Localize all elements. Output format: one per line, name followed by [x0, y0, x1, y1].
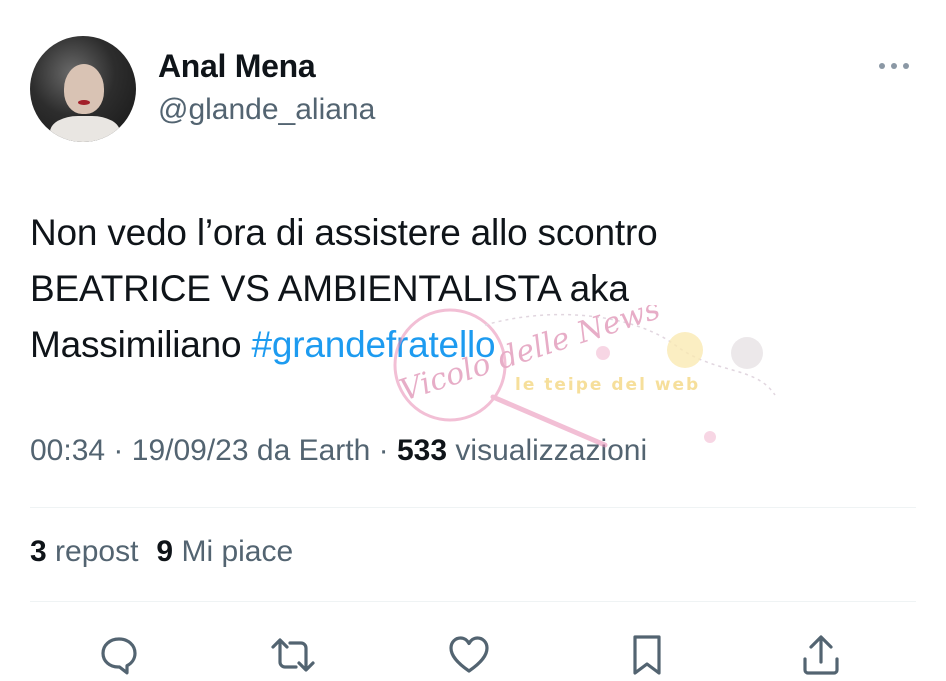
tweet-card: Anal Mena @glande_aliana Non vedo l’ora … — [0, 0, 946, 681]
reposts-label[interactable]: repost — [55, 535, 138, 568]
tweet-time[interactable]: 00:34 — [30, 434, 105, 467]
views-label: visualizzazioni — [455, 434, 648, 467]
display-name[interactable]: Anal Mena — [158, 48, 316, 85]
hashtag-link[interactable]: #grandefratello — [252, 324, 496, 365]
heart-icon — [449, 636, 489, 673]
avatar-face — [64, 64, 104, 114]
reply-button[interactable] — [96, 632, 142, 678]
views-count: 533 — [397, 434, 448, 467]
bookmark-icon — [633, 635, 661, 675]
tweet-text-line-3: Massimiliano #grandefratello — [30, 317, 910, 373]
reposts-count[interactable]: 3 — [30, 535, 47, 568]
tweet-text-line-2: BEATRICE VS AMBIENTALISTA aka — [30, 268, 629, 309]
likes-count[interactable]: 9 — [156, 535, 173, 568]
repost-button[interactable] — [270, 632, 316, 678]
meta-separator-2: · — [378, 434, 389, 467]
user-handle[interactable]: @glande_aliana — [158, 93, 375, 127]
comment-bubble-icon — [101, 637, 137, 675]
more-options-icon[interactable] — [874, 56, 914, 76]
engagement-stats: 3 repost 9 Mi piace — [30, 535, 293, 569]
avatar-lips — [78, 100, 90, 105]
avatar[interactable] — [30, 36, 136, 142]
like-button[interactable] — [446, 632, 492, 678]
share-upload-icon — [803, 635, 839, 675]
watermark-banner-text: le teipe del web — [515, 375, 700, 395]
tweet-text-line-3-prefix: Massimiliano — [30, 324, 252, 365]
tweet-text-line-1: Non vedo l’ora di assistere allo scontro — [30, 212, 658, 253]
avatar-collar — [50, 116, 120, 142]
tweet-source: da Earth — [256, 434, 371, 467]
bookmark-button[interactable] — [624, 632, 670, 678]
tweet-text: Non vedo l’ora di assistere allo scontro… — [30, 205, 910, 373]
repost-arrows-icon — [271, 638, 315, 672]
tweet-date[interactable]: 19/09/23 — [132, 434, 249, 467]
share-button[interactable] — [798, 632, 844, 678]
likes-label[interactable]: Mi piace — [181, 535, 293, 568]
divider-top — [30, 507, 916, 508]
tweet-metadata: 00:34 · 19/09/23 da Earth · 533 visualiz… — [30, 434, 647, 468]
divider-bottom — [30, 601, 916, 602]
meta-separator: · — [113, 434, 124, 467]
